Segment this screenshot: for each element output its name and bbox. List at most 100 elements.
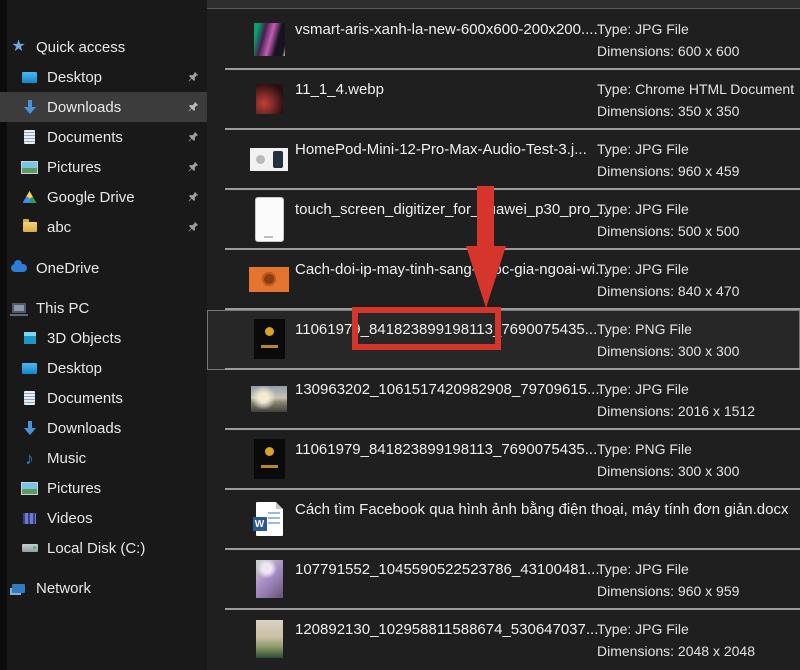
file-row-selected[interactable]: 11061979_841823899198113_7690075435... T… xyxy=(207,310,800,370)
file-row[interactable]: Cách tìm Facebook qua hình ảnh bằng điện… xyxy=(207,490,800,550)
sidebar-item-abc[interactable]: abc xyxy=(7,212,207,242)
sidebar-item-label: Local Disk (C:) xyxy=(47,540,145,557)
sidebar-item-quick-access[interactable]: ★ Quick access xyxy=(7,32,207,62)
network-icon xyxy=(9,580,28,596)
sidebar-item-label: Downloads xyxy=(47,99,121,116)
sidebar-item-label: Pictures xyxy=(47,480,101,497)
orange-logo-thumbnail xyxy=(249,267,289,292)
file-name: 130963202_1061517420982908_79709615... xyxy=(295,381,599,398)
sidebar-item-label: Desktop xyxy=(47,69,102,86)
file-name: 11_1_4.webp xyxy=(295,81,384,98)
file-row[interactable]: 11_1_4.webp Type: Chrome HTML Document D… xyxy=(207,70,800,130)
computer-icon xyxy=(9,300,28,316)
file-row[interactable]: 11061979_841823899198113_7690075435... T… xyxy=(207,430,800,490)
file-name: HomePod-Mini-12-Pro-Max-Audio-Test-3.j..… xyxy=(295,141,587,158)
sidebar-item-desktop[interactable]: Desktop xyxy=(7,62,207,92)
file-meta: Type: JPG File Dimensions: 500 x 500 xyxy=(597,198,739,242)
sidebar-item-onedrive[interactable]: OneDrive xyxy=(7,253,207,283)
pin-icon xyxy=(187,131,199,143)
monitor-icon xyxy=(20,360,39,376)
sidebar-item-local-disk-c[interactable]: Local Disk (C:) xyxy=(7,533,207,563)
file-meta: Type: JPG File Dimensions: 960 x 959 xyxy=(597,558,739,602)
file-name: touch_screen_digitizer_for_huawei_p30_pr… xyxy=(295,201,611,218)
file-meta: Type: PNG File Dimensions: 300 x 300 xyxy=(597,318,739,362)
sidebar-item-label: Pictures xyxy=(47,159,101,176)
red-photo-thumbnail xyxy=(256,84,283,114)
file-name: 11061979_841823899198113_7690075435... xyxy=(295,441,597,458)
cloud-icon xyxy=(9,260,28,276)
document-icon xyxy=(20,390,39,406)
file-meta: Type: JPG File Dimensions: 2048 x 2048 xyxy=(597,618,755,662)
file-type: Type: JPG File xyxy=(597,198,739,220)
annotation-arrow-head xyxy=(466,246,506,308)
pin-icon xyxy=(187,101,199,113)
sidebar-item-documents[interactable]: Documents xyxy=(7,122,207,152)
sidebar-item-label: Google Drive xyxy=(47,189,135,206)
sidebar-item-videos[interactable]: Videos xyxy=(7,503,207,533)
sidebar-item-downloads[interactable]: Downloads xyxy=(7,92,207,122)
file-dimensions: Dimensions: 350 x 350 xyxy=(597,100,794,122)
file-meta: Type: JPG File Dimensions: 2016 x 1512 xyxy=(597,378,755,422)
portrait-photo-thumbnail xyxy=(256,560,283,598)
sidebar-item-google-drive[interactable]: Google Drive xyxy=(7,182,207,212)
download-arrow-icon xyxy=(20,420,39,436)
hard-drive-icon xyxy=(20,540,39,556)
word-document-icon xyxy=(256,502,283,536)
sidebar-item-downloads-pc[interactable]: Downloads xyxy=(7,413,207,443)
sidebar-item-label: Music xyxy=(47,450,86,467)
landscape-sun-thumbnail xyxy=(251,386,287,412)
sidebar-item-desktop-pc[interactable]: Desktop xyxy=(7,353,207,383)
file-row[interactable]: HomePod-Mini-12-Pro-Max-Audio-Test-3.j..… xyxy=(207,130,800,190)
file-row[interactable]: 130963202_1061517420982908_79709615... T… xyxy=(207,370,800,430)
sidebar-item-label: Desktop xyxy=(47,360,102,377)
sidebar-item-this-pc[interactable]: This PC xyxy=(7,293,207,323)
file-row[interactable]: 120892130_102958811588674_530647037... T… xyxy=(207,610,800,670)
file-meta: Type: JPG File Dimensions: 960 x 459 xyxy=(597,138,739,182)
file-row[interactable]: touch_screen_digitizer_for_huawei_p30_pr… xyxy=(207,190,800,250)
sidebar-item-label: Quick access xyxy=(36,39,125,56)
file-type: Type: PNG File xyxy=(597,318,739,340)
sidebar-item-label: Network xyxy=(36,580,91,597)
sidebar-item-pictures[interactable]: Pictures xyxy=(7,152,207,182)
annotation-highlight-box xyxy=(352,307,501,350)
sidebar-item-label: Documents xyxy=(47,129,123,146)
sidebar-item-label: OneDrive xyxy=(36,260,99,277)
annotation-arrow-shaft xyxy=(477,186,494,248)
black-gold-logo-thumbnail xyxy=(254,319,285,359)
sidebar-item-documents-pc[interactable]: Documents xyxy=(7,383,207,413)
file-meta: Type: Chrome HTML Document Dimensions: 3… xyxy=(597,78,794,122)
cube-icon xyxy=(20,330,39,346)
file-dimensions: Dimensions: 300 x 300 xyxy=(597,460,739,482)
sidebar-item-label: Documents xyxy=(47,390,123,407)
navigation-pane: ★ Quick access Desktop Downloads Documen… xyxy=(7,0,207,670)
file-row[interactable]: vsmart-aris-xanh-la-new-600x600-200x200.… xyxy=(207,10,800,70)
file-type: Type: JPG File xyxy=(597,378,755,400)
pin-icon xyxy=(187,161,199,173)
file-dimensions: Dimensions: 300 x 300 xyxy=(597,340,739,362)
sidebar-item-pictures-pc[interactable]: Pictures xyxy=(7,473,207,503)
music-note-icon: ♪ xyxy=(20,450,39,466)
sidebar-item-label: 3D Objects xyxy=(47,330,121,347)
file-dimensions: Dimensions: 960 x 459 xyxy=(597,160,739,182)
pin-icon xyxy=(187,71,199,83)
file-type: Type: JPG File xyxy=(597,618,755,640)
download-arrow-icon xyxy=(20,99,39,115)
sidebar-item-label: This PC xyxy=(36,300,89,317)
file-type: Type: JPG File xyxy=(597,138,739,160)
sidebar-item-music[interactable]: ♪ Music xyxy=(7,443,207,473)
file-type: Type: JPG File xyxy=(597,558,739,580)
white-phone-thumbnail xyxy=(255,197,284,242)
file-dimensions: Dimensions: 600 x 600 xyxy=(597,40,739,62)
file-type: Type: JPG File xyxy=(597,258,739,280)
file-name: Cach-doi-ip-may-tinh-sang-quoc-gia-ngoai… xyxy=(295,261,608,278)
file-dimensions: Dimensions: 2048 x 2048 xyxy=(597,640,755,662)
file-meta: Type: JPG File Dimensions: 600 x 600 xyxy=(597,18,739,62)
sidebar-item-label: abc xyxy=(47,219,71,236)
sidebar-item-network[interactable]: Network xyxy=(7,573,207,603)
file-dimensions: Dimensions: 840 x 470 xyxy=(597,280,739,302)
folder-icon xyxy=(20,219,39,235)
sidebar-item-3d-objects[interactable]: 3D Objects xyxy=(7,323,207,353)
file-type: Type: Chrome HTML Document xyxy=(597,78,794,100)
landscape-photo-thumbnail xyxy=(256,620,283,658)
file-row[interactable]: 107791552_1045590522523786_43100481... T… xyxy=(207,550,800,610)
